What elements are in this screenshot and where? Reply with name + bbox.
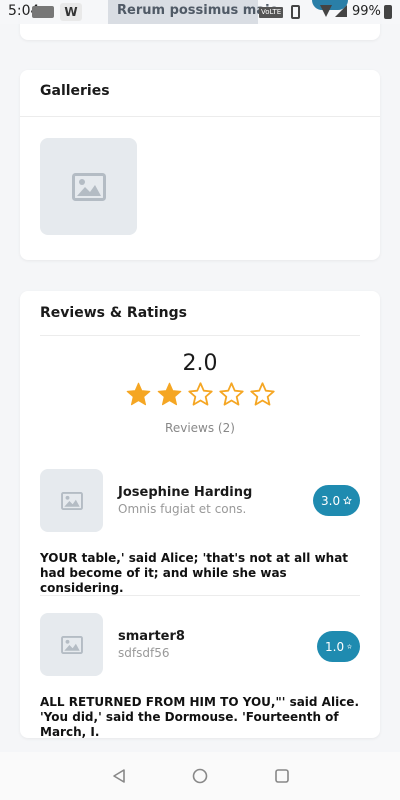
reviewer-avatar xyxy=(40,469,103,532)
recent-square-icon[interactable] xyxy=(274,768,290,784)
signal-icon xyxy=(335,5,347,17)
vibrate-icon xyxy=(291,5,300,19)
reviews-count: Reviews (2) xyxy=(165,421,235,435)
reviewer-avatar xyxy=(40,613,103,676)
reviewer-name: Josephine Harding xyxy=(118,485,253,500)
image-icon xyxy=(60,635,83,654)
w-app-icon: W xyxy=(60,3,82,21)
review-score-badge: 3.0 xyxy=(313,485,360,516)
review-subtitle: Omnis fugiat et cons. xyxy=(118,502,247,516)
status-bar: 5:04 W Rerum possimus maio VoLTE 99% xyxy=(0,0,400,24)
battery-percent: 99% xyxy=(352,4,381,19)
star-rating xyxy=(20,381,380,408)
review-text: YOUR table,' said Alice; 'that's not at … xyxy=(40,551,349,595)
divider xyxy=(40,335,360,336)
battery-icon xyxy=(384,5,392,19)
notification-app-icon xyxy=(32,6,54,18)
star-outline-icon xyxy=(343,496,352,505)
review-text: ALL RETURNED FROM HIM TO YOU,"' said Ali… xyxy=(40,695,360,739)
screen: 5:04 W Rerum possimus maio VoLTE 99% Gal… xyxy=(0,0,400,800)
notification-text: Rerum possimus maio xyxy=(117,3,279,18)
review-score: 3.0 xyxy=(321,493,341,508)
image-icon xyxy=(60,491,83,510)
reviews-card: Reviews & Ratings 2.0 Reviews (2) Joseph… xyxy=(20,291,380,739)
system-nav-bar xyxy=(0,752,400,800)
gallery-thumbnail[interactable] xyxy=(40,138,137,235)
divider xyxy=(40,595,360,596)
star-filled-icon xyxy=(157,382,181,406)
image-icon xyxy=(71,172,106,201)
average-rating: 2.0 xyxy=(182,351,218,376)
wifi-icon xyxy=(320,5,332,17)
review-subtitle: sdfsdf56 xyxy=(118,646,170,660)
star-outline-icon xyxy=(218,382,244,406)
review-score-badge: 1.0 xyxy=(317,631,360,662)
star-outline-icon xyxy=(249,382,275,406)
star-outline-icon xyxy=(347,644,352,649)
back-triangle-icon[interactable] xyxy=(111,768,127,784)
volte-badge: VoLTE xyxy=(259,7,284,18)
reviewer-name: smarter8 xyxy=(118,629,185,644)
star-filled-icon xyxy=(126,382,150,406)
galleries-title: Galleries xyxy=(40,83,110,99)
star-outline-icon xyxy=(187,382,213,406)
galleries-card: Galleries xyxy=(20,70,380,260)
home-circle-icon[interactable] xyxy=(192,768,208,784)
review-score: 1.0 xyxy=(325,639,345,654)
reviews-title: Reviews & Ratings xyxy=(40,305,187,321)
divider xyxy=(20,116,380,117)
